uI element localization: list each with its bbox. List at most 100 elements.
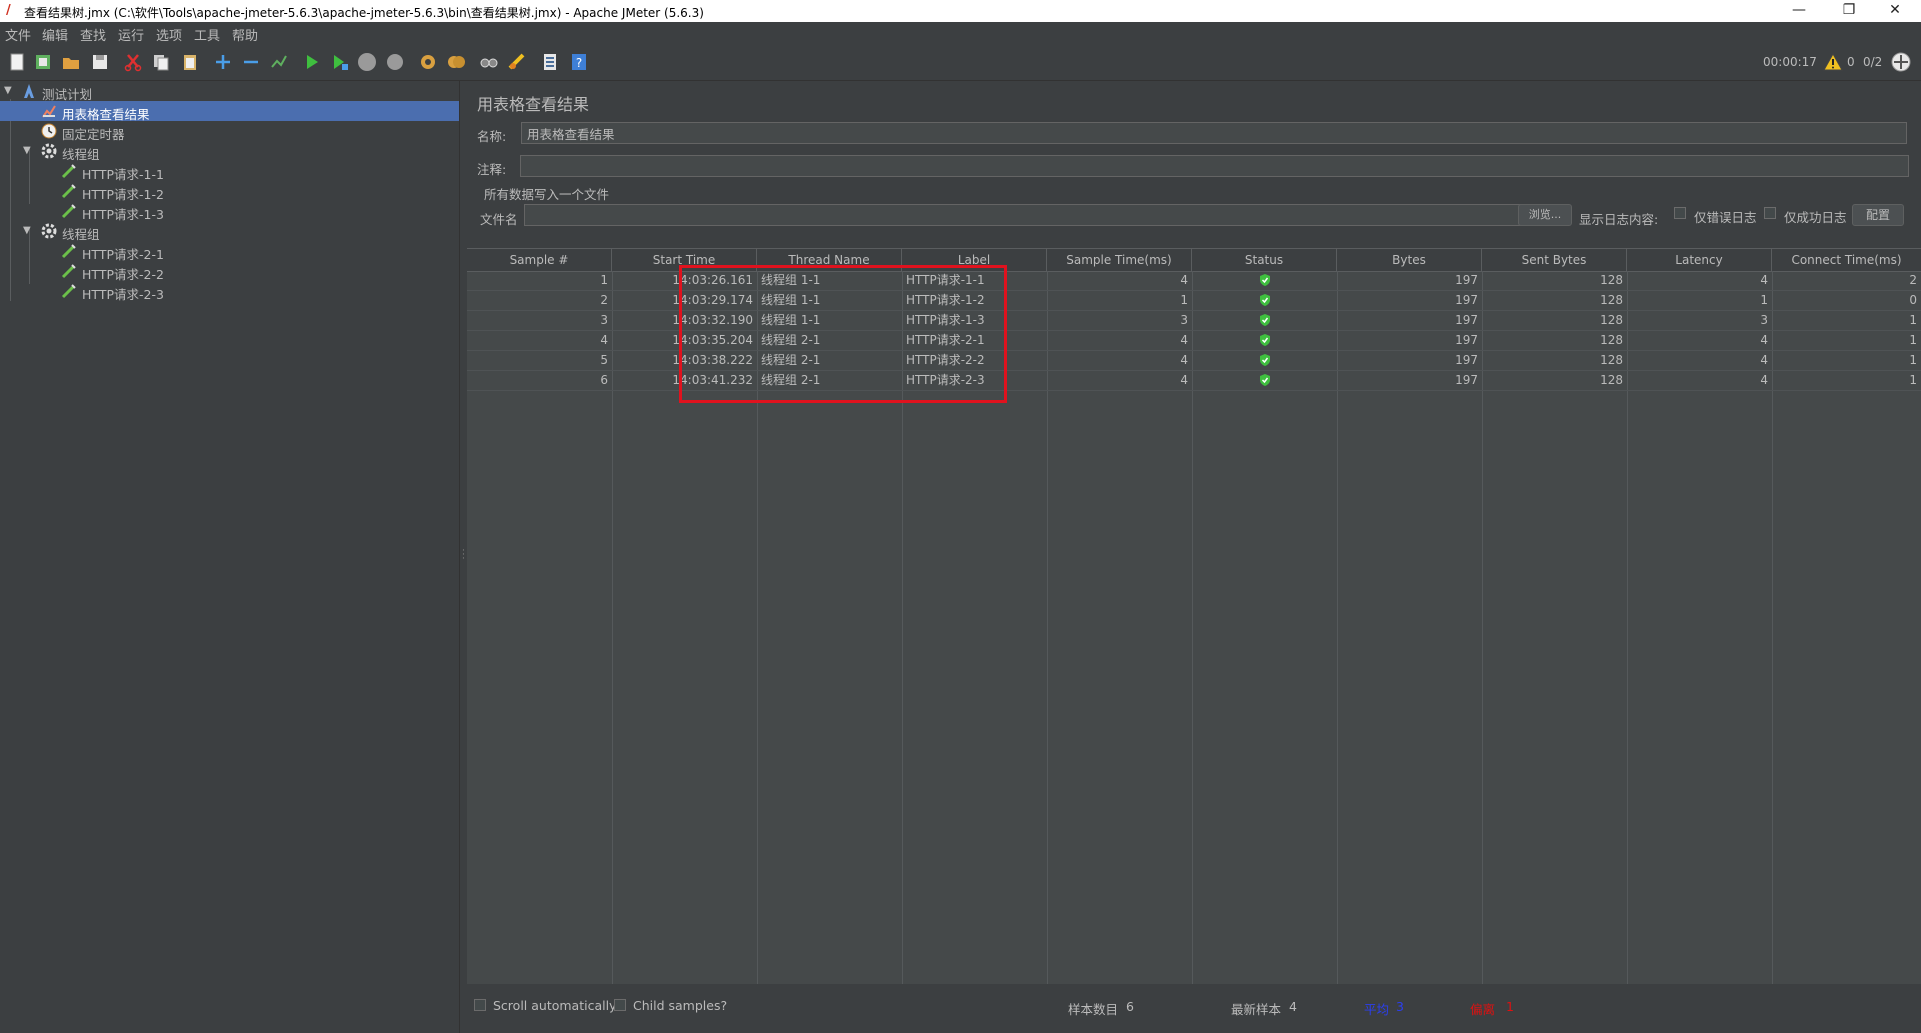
function-helper-icon[interactable] <box>540 52 560 72</box>
table-row[interactable]: 5 14:03:38.222 线程组 2-1 HTTP请求-2-2 4 197 128 4 1 <box>467 351 1921 371</box>
table-row[interactable]: 1 14:03:26.161 线程组 1-1 HTTP请求-1-1 4 197 128 4 2 <box>467 271 1921 291</box>
column-header-sent-bytes[interactable]: Sent Bytes <box>1482 249 1627 271</box>
cell-sample-time: 4 <box>1180 273 1188 287</box>
column-header-label[interactable]: Label <box>902 249 1047 271</box>
chevron-down-icon[interactable]: ▼ <box>23 225 31 236</box>
cell-sample-number: 4 <box>600 333 608 347</box>
column-header-sample-time[interactable]: Sample Time(ms) <box>1047 249 1192 271</box>
tree-item-http-request[interactable]: HTTP请求-2-3 <box>0 281 459 302</box>
cell-start-time: 14:03:38.222 <box>672 353 753 367</box>
errors-only-label: 仅错误日志 <box>1694 210 1757 225</box>
column-header-thread-name[interactable]: Thread Name <box>757 249 902 271</box>
toggle-icon[interactable] <box>269 52 289 72</box>
success-only-label: 仅成功日志 <box>1784 210 1847 225</box>
cell-sent-bytes: 128 <box>1600 313 1623 327</box>
name-input[interactable] <box>521 122 1907 144</box>
test-plan-icon <box>24 84 34 98</box>
open-icon[interactable] <box>61 52 81 72</box>
thread-group-icon <box>41 143 57 159</box>
warning-icon[interactable] <box>1823 52 1843 72</box>
menu-options[interactable]: 选项 <box>156 25 182 44</box>
table-row[interactable]: 2 14:03:29.174 线程组 1-1 HTTP请求-1-2 1 197 128 1 0 <box>467 291 1921 311</box>
expand-icon[interactable] <box>213 52 233 72</box>
tree-item-http-request[interactable]: HTTP请求-1-1 <box>0 161 459 182</box>
filename-input[interactable] <box>524 204 1526 226</box>
tree-item-constant-timer[interactable]: 固定定时器 <box>0 121 459 142</box>
cell-bytes: 197 <box>1455 373 1478 387</box>
column-header-start-time[interactable]: Start Time <box>612 249 757 271</box>
tree-item-http-request[interactable]: HTTP请求-2-1 <box>0 241 459 262</box>
reset-search-icon[interactable] <box>507 52 527 72</box>
sample-count-value: 6 <box>1126 999 1134 1014</box>
help-icon[interactable]: ? <box>569 52 589 72</box>
start-icon[interactable] <box>302 52 322 72</box>
table-row[interactable]: 4 14:03:35.204 线程组 2-1 HTTP请求-2-1 4 197 128 4 1 <box>467 331 1921 351</box>
menu-tools[interactable]: 工具 <box>194 25 220 44</box>
write-to-file-section: 所有数据写入一个文件 <box>484 187 610 202</box>
cell-sent-bytes: 128 <box>1600 353 1623 367</box>
cell-label: HTTP请求-2-1 <box>906 333 985 347</box>
tree-item-http-request[interactable]: HTTP请求-1-3 <box>0 201 459 222</box>
column-header-status[interactable]: Status <box>1192 249 1337 271</box>
clear-all-icon[interactable] <box>446 52 466 72</box>
success-only-checkbox[interactable] <box>1764 207 1776 219</box>
table-row[interactable]: 6 14:03:41.232 线程组 2-1 HTTP请求-2-3 4 197 128 4 1 <box>467 371 1921 391</box>
cell-bytes: 197 <box>1455 313 1478 327</box>
minimize-button[interactable]: — <box>1776 0 1822 22</box>
cut-icon[interactable] <box>123 52 143 72</box>
configure-button[interactable]: 配置 <box>1852 204 1904 226</box>
tree-item-http-request[interactable]: HTTP请求-2-2 <box>0 261 459 282</box>
cell-status <box>1192 311 1337 331</box>
cell-connect-time: 1 <box>1909 373 1917 387</box>
stop-icon[interactable] <box>357 52 377 72</box>
chevron-down-icon[interactable]: ▼ <box>4 85 12 96</box>
clear-icon[interactable] <box>418 52 438 72</box>
new-icon[interactable] <box>7 52 27 72</box>
success-shield-icon <box>1259 313 1270 326</box>
cell-label: HTTP请求-2-3 <box>906 373 985 387</box>
errors-only-checkbox[interactable] <box>1674 207 1686 219</box>
page-title: 用表格查看结果 <box>477 95 590 114</box>
deviation-value: 1 <box>1506 999 1514 1014</box>
menu-edit[interactable]: 编辑 <box>42 25 68 44</box>
menu-run[interactable]: 运行 <box>118 25 144 44</box>
cell-latency: 4 <box>1760 333 1768 347</box>
tree-item-thread-group-2[interactable]: ▼ 线程组 <box>0 221 459 242</box>
collapse-icon[interactable] <box>241 52 261 72</box>
table-row[interactable]: 3 14:03:32.190 线程组 1-1 HTTP请求-1-3 3 197 128 3 1 <box>467 311 1921 331</box>
start-no-pause-icon[interactable] <box>330 52 350 72</box>
average-label: 平均 <box>1364 1002 1390 1017</box>
menu-help[interactable]: 帮助 <box>232 25 258 44</box>
remote-globe-icon[interactable] <box>1891 52 1911 72</box>
menu-search[interactable]: 查找 <box>80 25 106 44</box>
cell-status <box>1192 371 1337 391</box>
cell-sample-time: 4 <box>1180 373 1188 387</box>
restore-button[interactable]: ❐ <box>1826 0 1872 22</box>
browse-button[interactable]: 浏览... <box>1518 204 1572 226</box>
comment-input[interactable] <box>520 155 1909 177</box>
column-header-bytes[interactable]: Bytes <box>1337 249 1482 271</box>
cell-bytes: 197 <box>1455 293 1478 307</box>
column-header-connect-time[interactable]: Connect Time(ms) <box>1772 249 1921 271</box>
cell-bytes: 197 <box>1455 273 1478 287</box>
column-header-sample-number[interactable]: Sample # <box>467 249 612 271</box>
paste-icon[interactable] <box>180 52 200 72</box>
cell-label: HTTP请求-1-3 <box>906 313 985 327</box>
child-samples-checkbox[interactable] <box>614 999 626 1011</box>
column-header-latency[interactable]: Latency <box>1627 249 1772 271</box>
tree-item-thread-group-1[interactable]: ▼ 线程组 <box>0 141 459 162</box>
templates-icon[interactable] <box>33 52 53 72</box>
tree-item-table-results[interactable]: 用表格查看结果 <box>0 101 459 122</box>
search-icon[interactable] <box>479 52 499 72</box>
close-window-button[interactable]: ✕ <box>1872 0 1918 22</box>
save-icon[interactable] <box>90 52 110 72</box>
copy-icon[interactable] <box>151 52 171 72</box>
menu-file[interactable]: 文件 <box>5 25 31 44</box>
chevron-down-icon[interactable]: ▼ <box>23 145 31 156</box>
tree-item-test-plan[interactable]: ▼ 测试计划 <box>0 81 459 102</box>
shutdown-icon[interactable] <box>385 52 405 72</box>
tree-item-label: HTTP请求-2-3 <box>82 287 164 302</box>
scroll-automatically-checkbox[interactable] <box>474 999 486 1011</box>
tree-item-http-request[interactable]: HTTP请求-1-2 <box>0 181 459 202</box>
cell-start-time: 14:03:32.190 <box>672 313 753 327</box>
